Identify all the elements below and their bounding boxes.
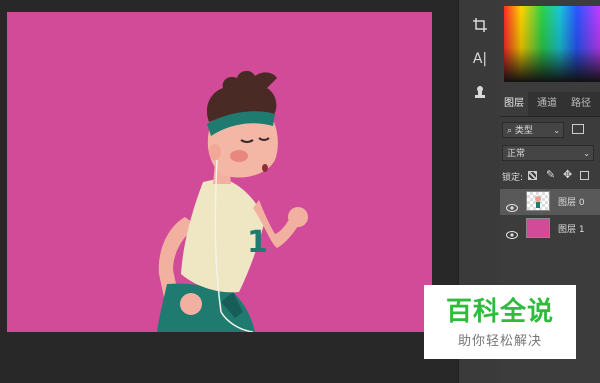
watermark-title: 百科全说	[445, 297, 554, 327]
layer-row[interactable]: 图层 0	[500, 189, 600, 215]
brush-icon[interactable]: ✎	[546, 168, 555, 181]
type-icon[interactable]: A|	[467, 46, 493, 72]
watermark-subtitle: 助你轻松解决	[457, 334, 542, 349]
visibility-eye-icon[interactable]	[506, 224, 518, 243]
document-workspace: 1	[0, 0, 458, 383]
layer-name: 图层 0	[558, 198, 585, 208]
layers-panel-tabs: 图层 通道 路径	[500, 92, 600, 117]
layer-thumbnail	[526, 191, 550, 211]
runner-illustration: 1	[157, 70, 308, 332]
blend-mode-value: 正常	[507, 149, 526, 159]
lock-label: 锁定:	[502, 173, 524, 183]
crop-icon[interactable]	[467, 12, 493, 38]
layer-thumbnail	[526, 218, 550, 238]
stamp-icon[interactable]	[467, 80, 493, 106]
blend-mode-dropdown[interactable]: 正常 ⌄	[502, 145, 594, 161]
lock-row: 锁定: ✎ ✥	[500, 168, 600, 184]
type-tool-label: A|	[472, 51, 488, 67]
tab-channels[interactable]: 通道	[537, 92, 557, 116]
layer-name: 图层 1	[558, 225, 585, 235]
image-filter-icon[interactable]	[572, 124, 584, 134]
document-canvas[interactable]: 1	[7, 12, 432, 332]
artboard-icon[interactable]	[580, 171, 589, 180]
layer-filter-row: ⌕ 类型 ⌄	[500, 122, 600, 140]
chevron-down-icon: ⌄	[553, 126, 560, 135]
tab-paths[interactable]: 路径	[571, 92, 591, 116]
search-icon: ⌕	[507, 126, 513, 136]
jersey-number: 1	[247, 225, 268, 260]
move-icon[interactable]: ✥	[563, 168, 572, 181]
lock-transparent-icon[interactable]	[528, 171, 537, 180]
layer-filter-kind: 类型	[514, 126, 533, 136]
tab-layers[interactable]: 图层	[500, 92, 528, 116]
watermark-banner: 百科全说 助你轻松解决	[424, 285, 576, 359]
chevron-down-icon: ⌄	[583, 149, 590, 158]
color-picker[interactable]	[504, 6, 600, 82]
layer-row[interactable]: 图层 1	[500, 216, 600, 242]
visibility-eye-icon[interactable]	[506, 197, 518, 216]
layer-filter-dropdown[interactable]: ⌕ 类型 ⌄	[502, 122, 564, 138]
